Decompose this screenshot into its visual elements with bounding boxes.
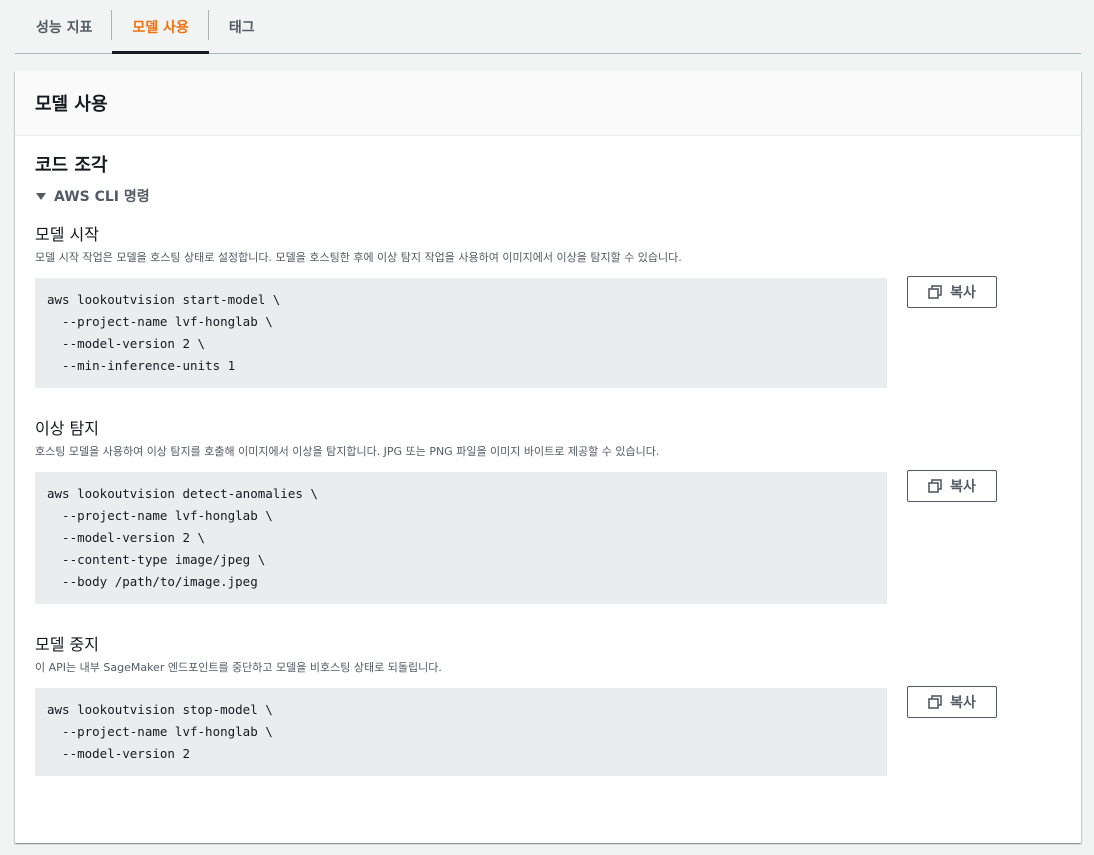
block-description: 호스팅 모델을 사용하여 이상 탐지를 호출해 이미지에서 이상을 탐지합니다.… [35, 445, 660, 458]
caret-down-icon [36, 192, 46, 200]
code-block-start-model: 모델 시작 모델 시작 작업은 모델을 호스팅 상태로 설정합니다. 모델을 호… [35, 224, 1061, 388]
block-title: 모델 시작 [35, 225, 99, 244]
tab-label: 성능 지표 [36, 19, 93, 36]
code-snippet: aws lookoutvision detect-anomalies \ --p… [35, 472, 887, 604]
panel-body: 코드 조각 AWS CLI 명령 모델 시작 모델 시작 작업은 모델을 호스팅… [15, 154, 1081, 776]
tab-tags[interactable]: 태그 [209, 0, 275, 53]
aws-cli-expander[interactable]: AWS CLI 명령 [35, 186, 1061, 206]
code-block-stop-model: 모델 중지 이 API는 내부 SageMaker 엔드포인트를 중단하고 모델… [35, 634, 1061, 776]
copy-icon [928, 695, 942, 709]
panel-header: 모델 사용 [15, 71, 1081, 136]
copy-icon [928, 285, 942, 299]
code-snippet: aws lookoutvision stop-model \ --project… [35, 688, 887, 776]
tab-label: 모델 사용 [132, 19, 189, 36]
code-block-detect-anomalies: 이상 탐지 호스팅 모델을 사용하여 이상 탐지를 호출해 이미지에서 이상을 … [35, 418, 1061, 604]
tab-label: 태그 [228, 19, 255, 36]
panel-title: 모델 사용 [35, 94, 108, 115]
copy-button[interactable]: 복사 [907, 686, 997, 718]
copy-button-label: 복사 [950, 479, 976, 495]
copy-button-label: 복사 [950, 695, 976, 711]
tab-use-model[interactable]: 모델 사용 [112, 0, 210, 54]
use-model-panel: 모델 사용 코드 조각 AWS CLI 명령 모델 시작 모델 시작 작업은 모… [15, 71, 1081, 843]
block-description: 이 API는 내부 SageMaker 엔드포인트를 중단하고 모델을 비호스팅… [35, 661, 442, 674]
expander-label: AWS CLI 명령 [54, 189, 150, 205]
copy-button[interactable]: 복사 [907, 276, 997, 308]
copy-button[interactable]: 복사 [907, 470, 997, 502]
block-description: 모델 시작 작업은 모델을 호스팅 상태로 설정합니다. 모델을 호스팅한 후에… [35, 251, 682, 264]
copy-button-label: 복사 [950, 285, 976, 301]
block-title: 모델 중지 [35, 635, 99, 654]
block-title: 이상 탐지 [35, 419, 99, 438]
tab-performance-metrics[interactable]: 성능 지표 [15, 0, 113, 53]
code-snippet: aws lookoutvision start-model \ --projec… [35, 278, 887, 388]
tab-bar: 성능 지표 모델 사용 태그 [15, 0, 1081, 54]
copy-icon [928, 479, 942, 493]
section-title: 코드 조각 [35, 155, 108, 176]
